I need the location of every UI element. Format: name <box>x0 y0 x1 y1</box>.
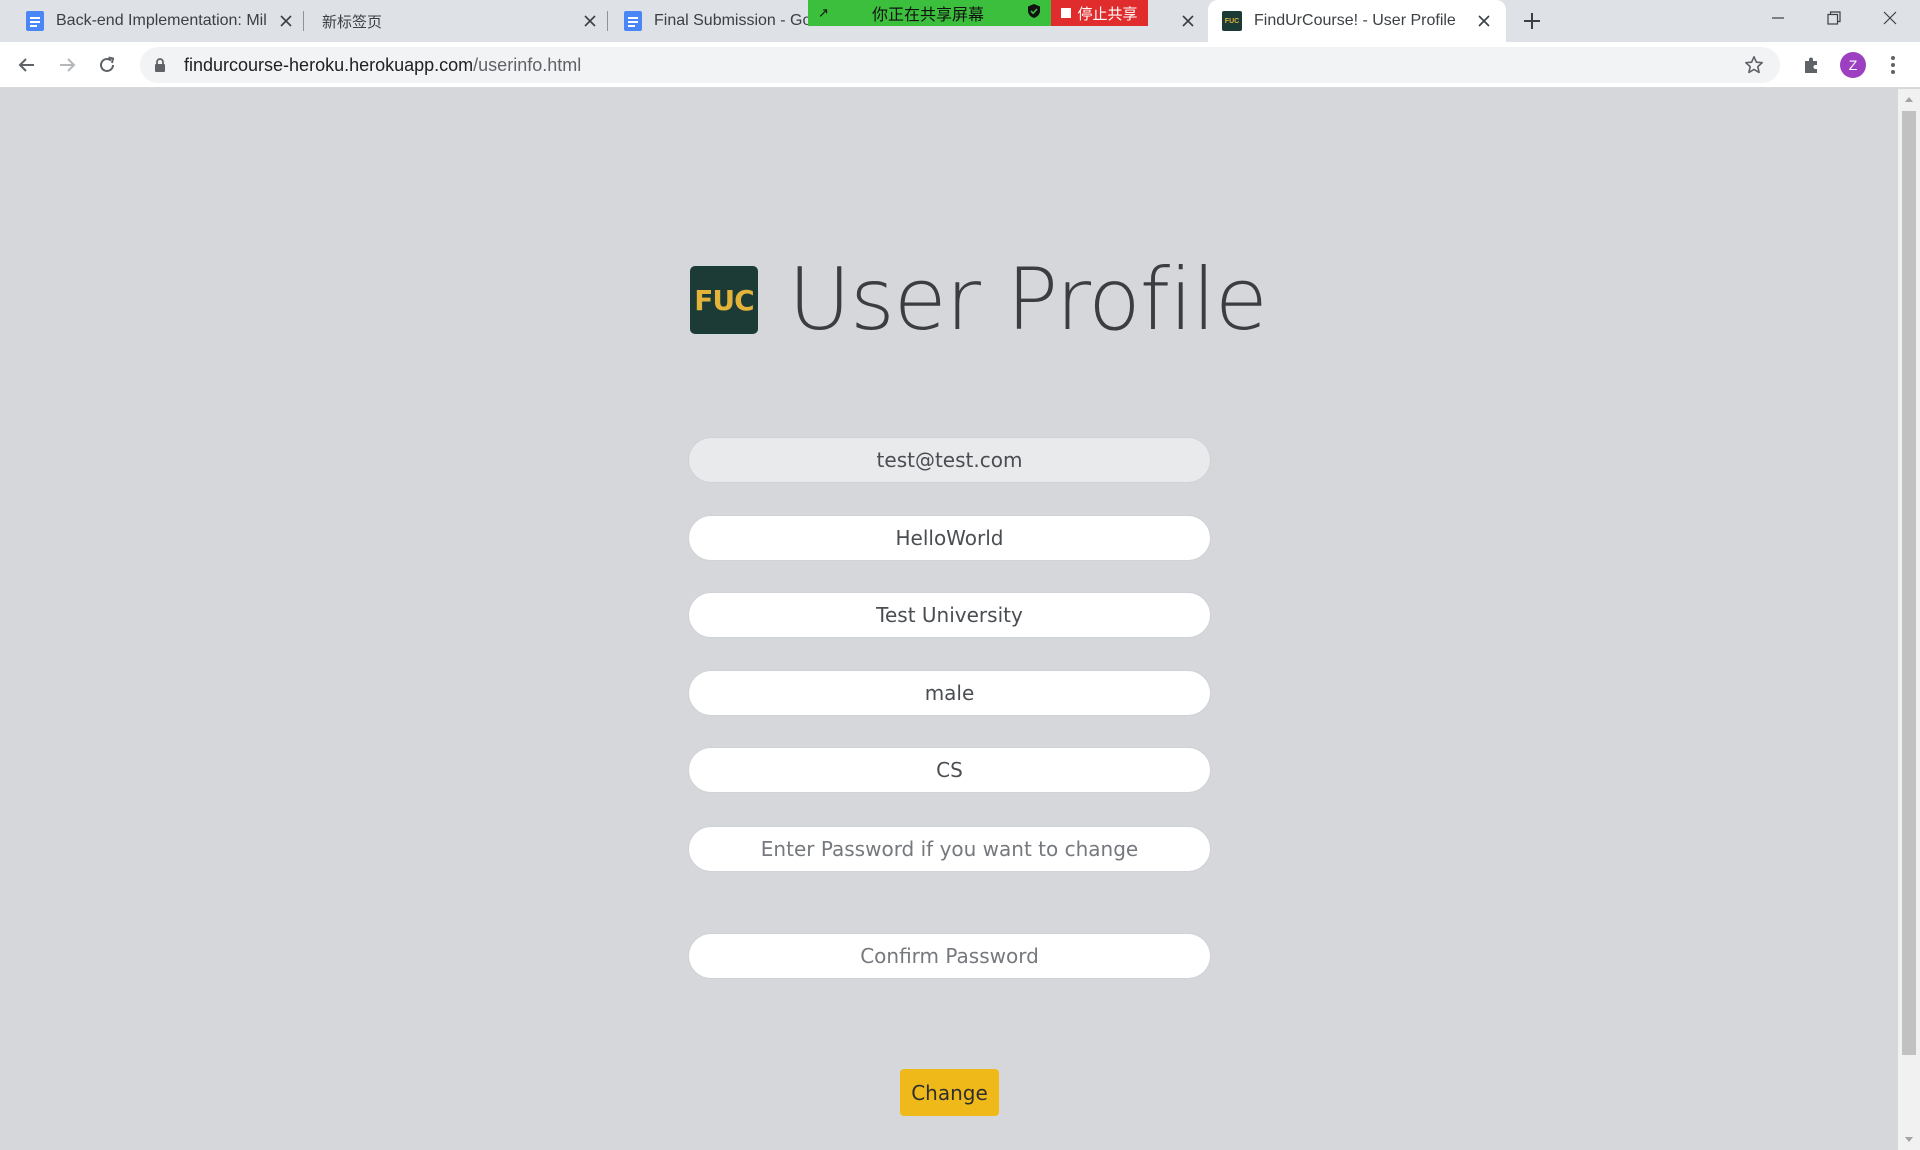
back-button[interactable] <box>13 51 41 79</box>
tab-new-tab[interactable]: 新标签页 <box>308 0 608 42</box>
shield-icon <box>1027 3 1041 23</box>
forward-arrow-icon <box>60 58 76 72</box>
stop-icon <box>1061 8 1072 18</box>
username-field[interactable] <box>688 515 1211 561</box>
bookmark-star-icon[interactable] <box>1742 53 1766 77</box>
profile-avatar[interactable]: Z <box>1840 52 1866 78</box>
tab-backend-implementation[interactable]: Back-end Implementation: Mil <box>14 0 304 42</box>
confirm-password-field[interactable] <box>688 933 1211 979</box>
major-field[interactable] <box>688 747 1211 793</box>
tab-separator <box>303 11 304 31</box>
restore-button[interactable] <box>1806 0 1862 36</box>
puzzle-icon <box>1805 57 1817 73</box>
page-heading: FUC User Profile <box>690 250 1268 350</box>
extensions-button[interactable] <box>1798 51 1826 79</box>
url-path: /userinfo.html <box>473 54 582 75</box>
minimize-icon <box>1772 17 1784 19</box>
google-docs-icon <box>624 11 642 31</box>
close-tab-icon[interactable] <box>1472 9 1496 33</box>
url-text: findurcourse-heroku.herokuapp.com/userin… <box>184 55 581 76</box>
tab-title: FindUrCourse! - User Profile <box>1254 12 1456 29</box>
gender-field[interactable] <box>688 670 1211 716</box>
tab-separator <box>607 11 608 31</box>
pin-icon[interactable]: ↗ <box>818 6 829 21</box>
new-tab-button[interactable] <box>1518 7 1546 35</box>
close-window-button[interactable] <box>1862 0 1918 36</box>
kebab-menu-icon <box>1891 56 1895 74</box>
plus-icon <box>1524 13 1540 29</box>
lock-icon[interactable] <box>154 57 168 73</box>
forward-button[interactable] <box>53 51 81 79</box>
back-arrow-icon <box>18 58 34 72</box>
tab-title: Back-end Implementation: Mil <box>56 12 267 29</box>
tab-title: 新标签页 <box>322 12 383 31</box>
screen-share-banner: ↗ 你正在共享屏幕 停止共享 <box>808 0 1148 26</box>
stop-sharing-button[interactable]: 停止共享 <box>1051 0 1148 26</box>
scroll-down-icon[interactable] <box>1905 1137 1913 1142</box>
page-title: User Profile <box>788 250 1268 350</box>
browser-toolbar: findurcourse-heroku.herokuapp.com/userin… <box>0 42 1920 88</box>
change-button[interactable]: Change <box>900 1069 999 1116</box>
close-icon <box>1883 11 1897 25</box>
fuc-icon: FUC <box>1222 11 1242 31</box>
scrollbar-thumb[interactable] <box>1902 111 1916 1055</box>
sharing-indicator: ↗ 你正在共享屏幕 <box>808 0 1051 26</box>
scroll-up-icon[interactable] <box>1905 97 1913 102</box>
url-host: findurcourse-heroku.herokuapp.com <box>184 54 474 75</box>
reload-button[interactable] <box>93 51 121 79</box>
fuc-logo: FUC <box>690 266 758 334</box>
minimize-button[interactable] <box>1750 0 1806 36</box>
browser-menu-button[interactable] <box>1879 51 1907 79</box>
university-field[interactable] <box>688 592 1211 638</box>
tab-user-profile[interactable]: FUC FindUrCourse! - User Profile <box>1208 0 1506 42</box>
reload-icon <box>100 56 115 72</box>
email-field <box>688 437 1211 483</box>
close-tab-icon[interactable] <box>1176 9 1200 33</box>
restore-icon <box>1827 11 1841 25</box>
google-docs-icon <box>26 11 44 31</box>
close-tab-icon[interactable] <box>274 9 298 33</box>
close-tab-icon[interactable] <box>578 9 602 33</box>
address-bar[interactable]: findurcourse-heroku.herokuapp.com/userin… <box>140 47 1780 83</box>
sharing-text: 你正在共享屏幕 <box>871 5 984 24</box>
stop-sharing-label: 停止共享 <box>1077 4 1138 23</box>
page-scrollbar[interactable] <box>1898 89 1920 1150</box>
password-field[interactable] <box>688 826 1211 872</box>
